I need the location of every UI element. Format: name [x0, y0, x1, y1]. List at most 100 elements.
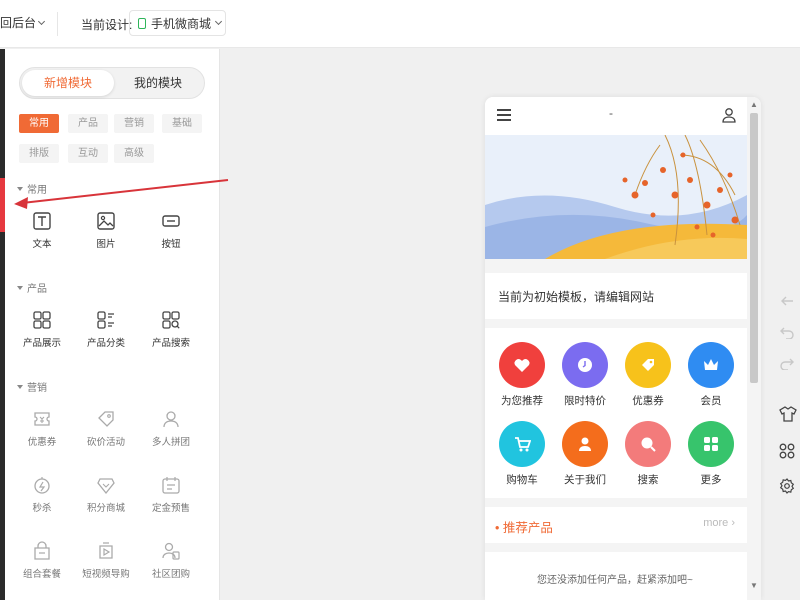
recommend-title-text: 推荐产品 — [502, 521, 553, 535]
undo-icon[interactable] — [779, 325, 795, 339]
menu-icon[interactable] — [497, 109, 511, 121]
chip-marketing[interactable]: 营销 — [114, 114, 154, 133]
mobile-icon — [138, 17, 146, 29]
module-item-video-guide[interactable]: 短视频导购 — [76, 541, 136, 580]
module-item-label: 秒杀 — [32, 503, 52, 514]
arrow-left-icon[interactable] — [779, 294, 795, 308]
presale-icon — [162, 477, 180, 494]
module-item-button[interactable]: 按钮 — [141, 211, 201, 250]
module-item-image[interactable]: 图片 — [76, 211, 136, 250]
chevron-down-icon — [37, 17, 46, 25]
nav-item-search[interactable]: 搜索 — [617, 421, 679, 487]
back-to-admin-button[interactable]: 回后台 — [0, 14, 46, 31]
notice-text: 当前为初始模板，请编辑网站 — [498, 290, 655, 304]
category-icon — [97, 311, 114, 329]
module-item-product-display[interactable]: 产品展示 — [12, 310, 72, 349]
section-title-marketing[interactable]: 营销 — [17, 379, 47, 394]
nav-item-coupon[interactable]: 优惠券 — [617, 342, 679, 408]
nav-item-label: 优惠券 — [632, 395, 664, 407]
module-item-label: 优惠券 — [27, 437, 57, 448]
module-item-presale[interactable]: 定金预售 — [141, 475, 201, 514]
scroll-down-icon[interactable]: ▼ — [750, 581, 758, 590]
recommend-section-header: • 推荐产品 more › — [485, 507, 747, 543]
module-item-label: 砍价活动 — [86, 437, 125, 448]
back-label: 回后台 — [0, 16, 37, 30]
chip-interaction[interactable]: 互动 — [68, 144, 108, 163]
modules-grid-icon[interactable] — [779, 443, 795, 459]
chip-advanced[interactable]: 高级 — [114, 144, 154, 163]
collapse-icon — [17, 285, 23, 290]
nav-icon-bg — [688, 342, 734, 388]
search-grid-icon — [162, 311, 180, 329]
text-icon — [33, 212, 51, 230]
mobile-preview: - 当前为初始模板，请编辑网站 为您推荐 限时特价 优惠券 会员 购物车 关于我… — [485, 97, 761, 600]
theme-shirt-icon[interactable] — [779, 406, 797, 422]
grid-icon — [33, 311, 51, 329]
nav-grid: 为您推荐 限时特价 优惠券 会员 购物车 关于我们 搜索 更多 — [485, 328, 747, 498]
redo-icon[interactable] — [779, 356, 795, 370]
module-item-product-search[interactable]: 产品搜索 — [141, 310, 201, 349]
module-item-bargain[interactable]: 砍价活动 — [76, 409, 136, 448]
module-item-points-mall[interactable]: 积分商城 — [76, 475, 136, 514]
empty-products: 您还没添加任何产品，赶紧添加吧~ — [485, 552, 747, 600]
notice-bar: 当前为初始模板，请编辑网站 — [485, 273, 747, 319]
nav-icon-bg — [499, 342, 545, 388]
banner-image — [485, 135, 747, 259]
clock-icon — [578, 358, 592, 372]
bargain-icon — [98, 411, 114, 427]
preview-header: - — [485, 97, 747, 135]
search-icon — [641, 437, 656, 452]
module-item-text[interactable]: 文本 — [12, 211, 72, 250]
tab-my-modules[interactable]: 我的模块 — [112, 70, 204, 96]
module-item-product-category[interactable]: 产品分类 — [76, 310, 136, 349]
nav-item-label: 限时特价 — [564, 395, 606, 407]
nav-item-cart[interactable]: 购物车 — [491, 421, 553, 487]
scroll-thumb[interactable] — [750, 113, 758, 383]
module-item-bundle[interactable]: 组合套餐 — [12, 541, 72, 580]
nav-item-label: 更多 — [700, 474, 722, 486]
module-item-label: 积分商城 — [86, 503, 125, 514]
more-label: more — [703, 517, 729, 529]
user-icon[interactable] — [721, 107, 737, 123]
section-title-product[interactable]: 产品 — [17, 280, 47, 295]
module-item-label: 组合套餐 — [22, 569, 61, 580]
section-title-text: 产品 — [27, 284, 47, 295]
module-item-label: 短视频导购 — [82, 569, 130, 580]
tab-add-module[interactable]: 新增模块 — [22, 70, 114, 96]
nav-item-about[interactable]: 关于我们 — [554, 421, 616, 487]
community-group-icon — [162, 542, 180, 560]
more-link[interactable]: more › — [703, 517, 735, 529]
chip-product[interactable]: 产品 — [68, 114, 108, 133]
preview-banner[interactable] — [485, 135, 747, 259]
chip-common[interactable]: 常用 — [19, 114, 59, 133]
nav-item-label: 搜索 — [637, 474, 659, 486]
nav-icon-bg — [625, 342, 671, 388]
nav-item-more[interactable]: 更多 — [680, 421, 742, 487]
module-item-label: 产品搜索 — [151, 338, 190, 349]
top-bar: 回后台 当前设计: 手机微商城 — [0, 0, 800, 48]
module-item-group-buy[interactable]: 多人拼团 — [141, 409, 201, 448]
flash-sale-icon — [34, 477, 50, 494]
module-item-coupon[interactable]: 优惠券 — [12, 409, 72, 448]
module-item-community-group[interactable]: 社区团购 — [141, 541, 201, 580]
nav-item-recommend[interactable]: 为您推荐 — [491, 342, 553, 408]
nav-item-flash-price[interactable]: 限时特价 — [554, 342, 616, 408]
preview-page-title: - — [609, 106, 613, 120]
nav-item-label: 为您推荐 — [501, 395, 543, 407]
preview-scrollbar[interactable]: ▲ ▼ — [747, 97, 761, 600]
section-title-text: 营销 — [27, 383, 47, 394]
module-panel: 新增模块 我的模块 常用 产品 营销 基础 排版 互动 高级 常用 文本 图片 … — [5, 49, 220, 600]
nav-icon-bg — [688, 421, 734, 467]
button-icon — [162, 215, 180, 227]
scroll-up-icon[interactable]: ▲ — [750, 100, 758, 109]
nav-icon-bg — [499, 421, 545, 467]
settings-gear-icon[interactable] — [779, 478, 795, 494]
section-title-common[interactable]: 常用 — [17, 181, 47, 196]
design-select[interactable]: 手机微商城 — [129, 10, 226, 36]
chip-layout[interactable]: 排版 — [19, 144, 59, 163]
bundle-icon — [34, 541, 50, 560]
module-item-flash-sale[interactable]: 秒杀 — [12, 475, 72, 514]
nav-item-member[interactable]: 会员 — [680, 342, 742, 408]
section-title-text: 常用 — [27, 185, 47, 196]
chip-basic[interactable]: 基础 — [162, 114, 202, 133]
